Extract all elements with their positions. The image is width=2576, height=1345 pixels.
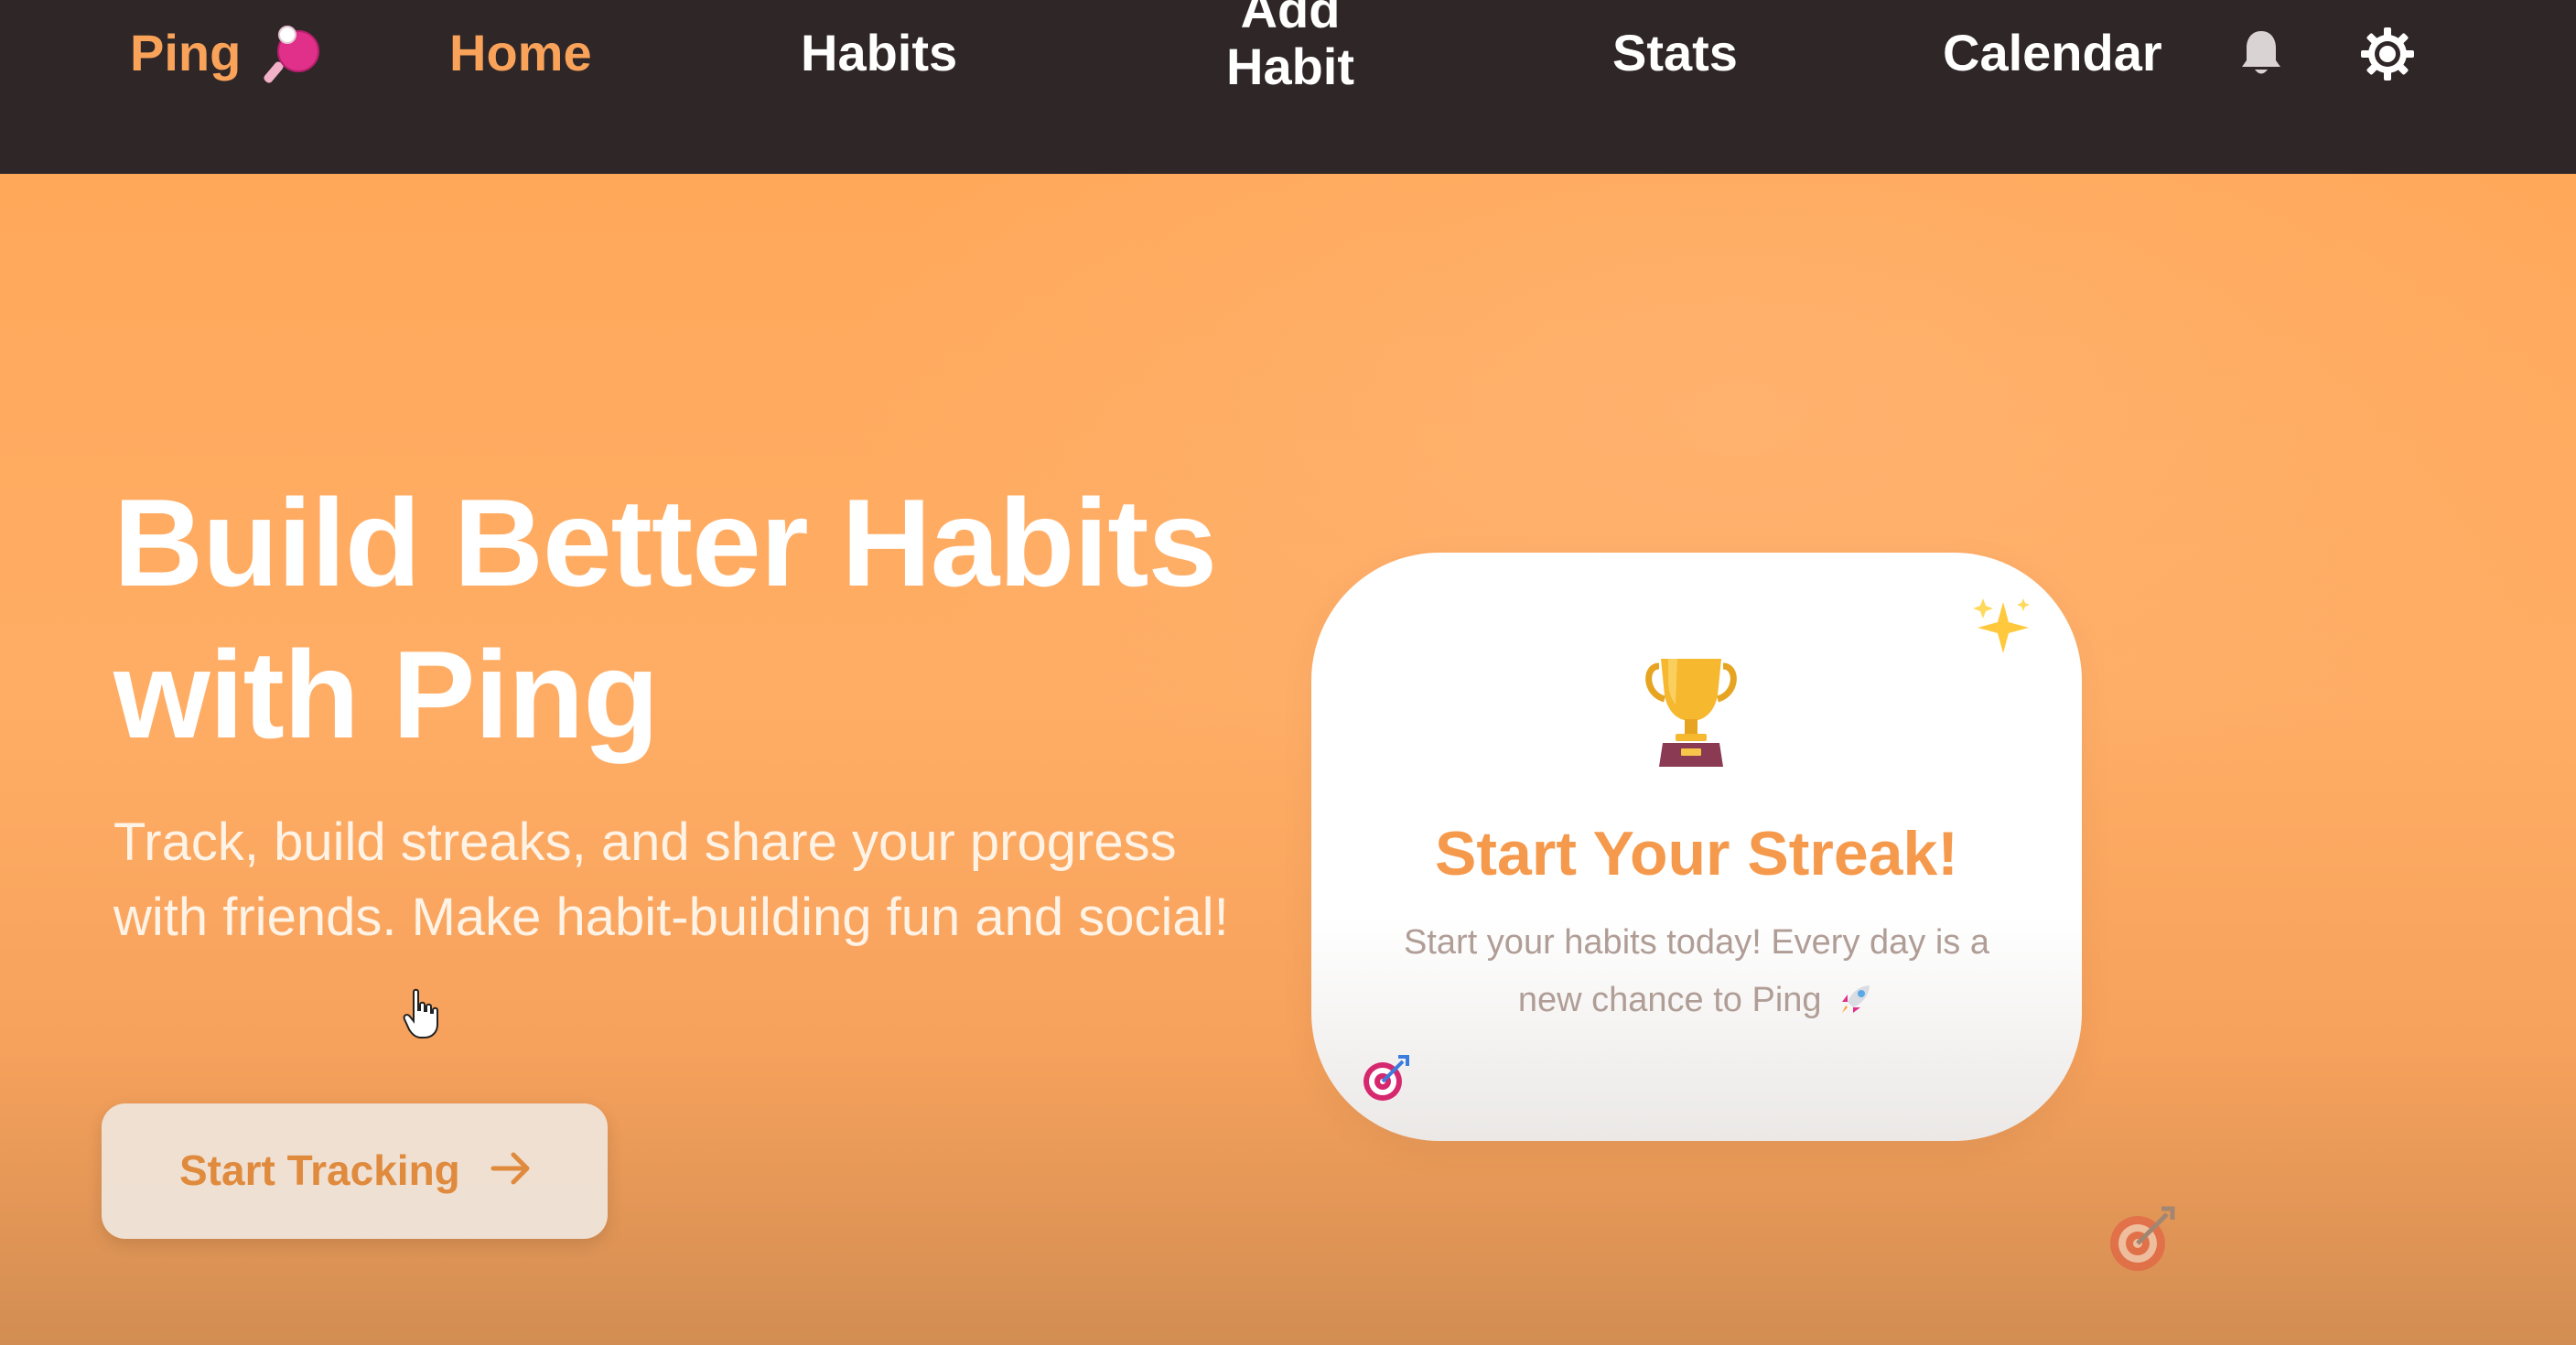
nav-calendar-link[interactable]: Calendar xyxy=(1943,27,2162,79)
nav-stats-link[interactable]: Stats xyxy=(1612,27,1738,79)
gear-icon[interactable] xyxy=(2361,27,2414,81)
top-navbar: Ping Home Habits Add Habit Stats Calenda… xyxy=(0,0,2576,174)
hero-headline-line1: Build Better Habits xyxy=(113,473,1217,612)
target-icon xyxy=(1363,1055,1409,1101)
card-text: Start your habits today! Every day is a … xyxy=(1404,923,1989,1019)
trophy-icon xyxy=(1645,659,1737,767)
card-text-block: Start your habits today! Every day is a … xyxy=(1376,914,2017,1029)
hero-section: Build Better Habits with Ping Track, bui… xyxy=(0,174,2576,1345)
sparkles-icon xyxy=(1973,598,2030,653)
hero-headline: Build Better Habits with Ping xyxy=(113,467,1303,770)
nav-add-habit-line2: Habit xyxy=(1226,37,1354,95)
card-title: Start Your Streak! xyxy=(1435,819,1958,888)
nav-add-habit-line1: Add xyxy=(1240,0,1341,38)
streak-card: Start Your Streak! Start your habits tod… xyxy=(1311,553,2082,1141)
hand-cursor-icon xyxy=(403,988,438,1038)
start-tracking-label: Start Tracking xyxy=(179,1146,460,1194)
arrow-right-icon xyxy=(490,1152,530,1185)
ping-pong-paddle-icon[interactable] xyxy=(264,24,324,84)
hero-subtext: Track, build streaks, and share your pro… xyxy=(113,812,1229,947)
hero-headline-line2: with Ping xyxy=(113,625,659,764)
rocket-icon xyxy=(1842,985,1870,1013)
bell-icon[interactable] xyxy=(2238,27,2284,79)
nav-habits-link[interactable]: Habits xyxy=(801,27,957,79)
nav-add-habit-link[interactable]: Add Habit xyxy=(1217,0,1363,94)
brand-logo-text[interactable]: Ping xyxy=(130,27,241,79)
nav-home-link[interactable]: Home xyxy=(449,27,592,79)
start-tracking-button[interactable]: Start Tracking xyxy=(102,1103,608,1239)
target-icon-decorative xyxy=(2110,1206,2175,1271)
